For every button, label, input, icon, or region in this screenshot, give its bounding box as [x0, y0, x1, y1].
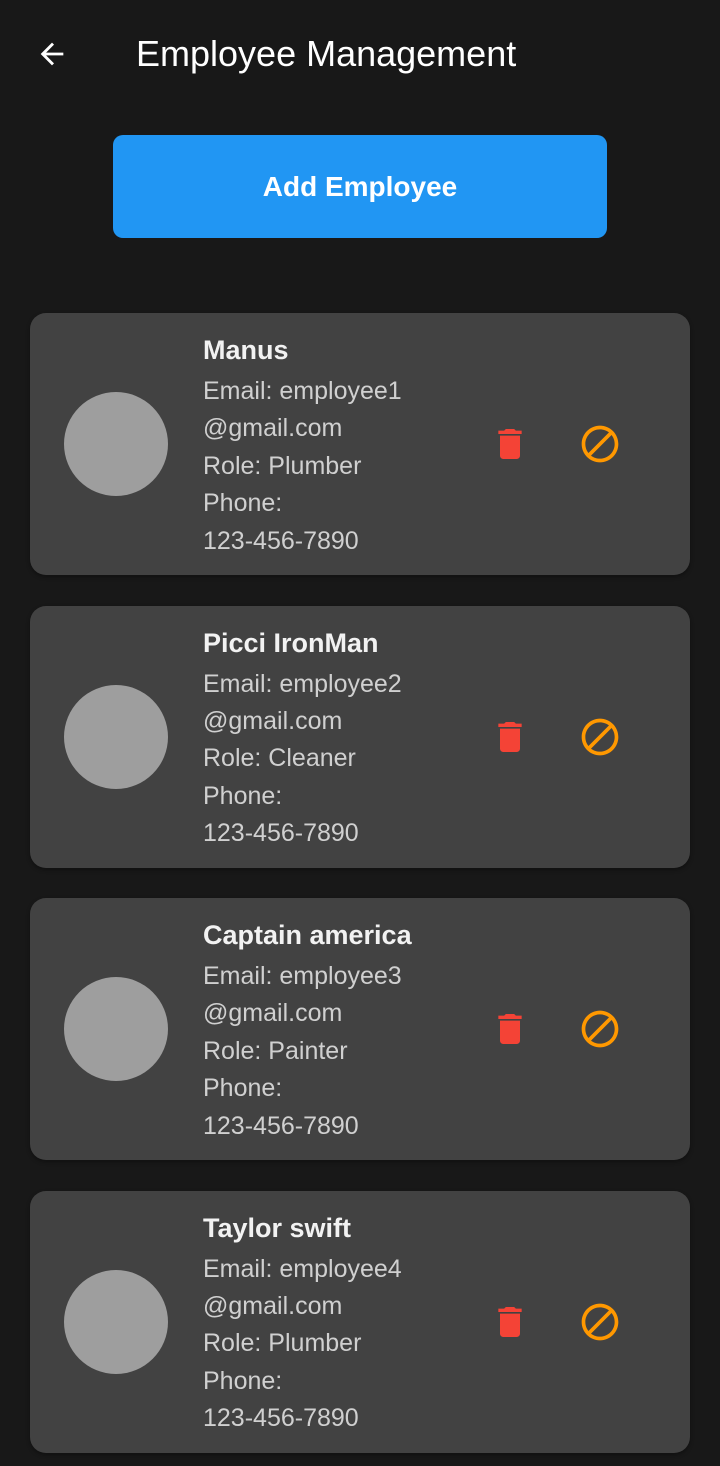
employee-role: Role: Cleaner [203, 744, 356, 773]
employee-email-domain: @gmail.com [203, 999, 343, 1028]
add-employee-button[interactable]: Add Employee [113, 135, 607, 238]
page-title: Employee Management [136, 33, 517, 74]
avatar [64, 684, 168, 789]
delete-button[interactable] [486, 1298, 534, 1346]
employee-email: Email: employee1 [203, 377, 402, 405]
block-icon [581, 718, 619, 755]
trash-icon [498, 1014, 522, 1044]
delete-button[interactable] [486, 420, 534, 468]
delete-button[interactable] [486, 1005, 534, 1053]
employee-name: Captain america [203, 920, 412, 950]
employee-email-domain: @gmail.com [203, 706, 343, 735]
employee-phone-label: Phone: [203, 489, 283, 518]
employee-card: Captain america Email: employee3 @gmail.… [30, 898, 690, 1160]
employee-phone: 123-456-7890 [203, 819, 359, 848]
employee-role: Role: Plumber [203, 1329, 362, 1358]
block-button[interactable] [576, 1298, 624, 1346]
block-icon [581, 425, 619, 463]
trash-icon [498, 429, 522, 459]
block-button[interactable] [576, 713, 624, 761]
employee-role: Role: Plumber [203, 451, 362, 480]
avatar [64, 1269, 168, 1374]
app-bar: Employee Management [0, 0, 720, 108]
back-button[interactable] [28, 30, 76, 78]
employee-name: Taylor swift [203, 1212, 352, 1243]
employee-card: Picci IronMan Email: employee2 @gmail.co… [30, 605, 690, 868]
trash-icon [498, 1306, 522, 1337]
arrow-left-icon [40, 42, 64, 66]
employee-info: Taylor swift Email: employee4 @gmail.com… [203, 1209, 463, 1438]
employee-phone-label: Phone: [203, 1074, 283, 1103]
employee-info: Captain america Email: employee3 @gmail.… [203, 916, 463, 1145]
block-icon [581, 1010, 619, 1048]
avatar [64, 392, 168, 496]
employee-email: Email: employee4 [203, 1254, 402, 1283]
delete-button[interactable] [486, 713, 534, 761]
employee-card: Taylor swift Email: employee4 @gmail.com… [30, 1190, 690, 1453]
avatar [64, 977, 168, 1081]
block-button[interactable] [576, 1005, 624, 1053]
employee-name: Manus [203, 335, 289, 365]
employee-name: Picci IronMan [203, 627, 379, 658]
block-button[interactable] [576, 420, 624, 468]
employee-info: Picci IronMan Email: employee2 @gmail.co… [203, 624, 463, 853]
employee-list: Manus Email: employee1 @gmail.com Role: … [30, 313, 690, 1466]
employee-role: Role: Painter [203, 1036, 348, 1065]
trash-icon [498, 721, 522, 752]
block-icon [581, 1303, 619, 1340]
employee-email-domain: @gmail.com [203, 1291, 343, 1320]
employee-card: Manus Email: employee1 @gmail.com Role: … [30, 313, 690, 575]
employee-info: Manus Email: employee1 @gmail.com Role: … [203, 331, 463, 560]
employee-email: Email: employee3 [203, 962, 402, 990]
employee-phone-label: Phone: [203, 781, 283, 810]
employee-phone: 123-456-7890 [203, 526, 359, 555]
employee-email-domain: @gmail.com [203, 414, 343, 443]
employee-management-screen: Employee Management Add Employee Manus E… [0, 0, 720, 1466]
employee-email: Email: employee2 [203, 669, 402, 698]
employee-phone: 123-456-7890 [203, 1111, 359, 1140]
employee-phone: 123-456-7890 [203, 1404, 359, 1433]
employee-phone-label: Phone: [203, 1366, 283, 1395]
